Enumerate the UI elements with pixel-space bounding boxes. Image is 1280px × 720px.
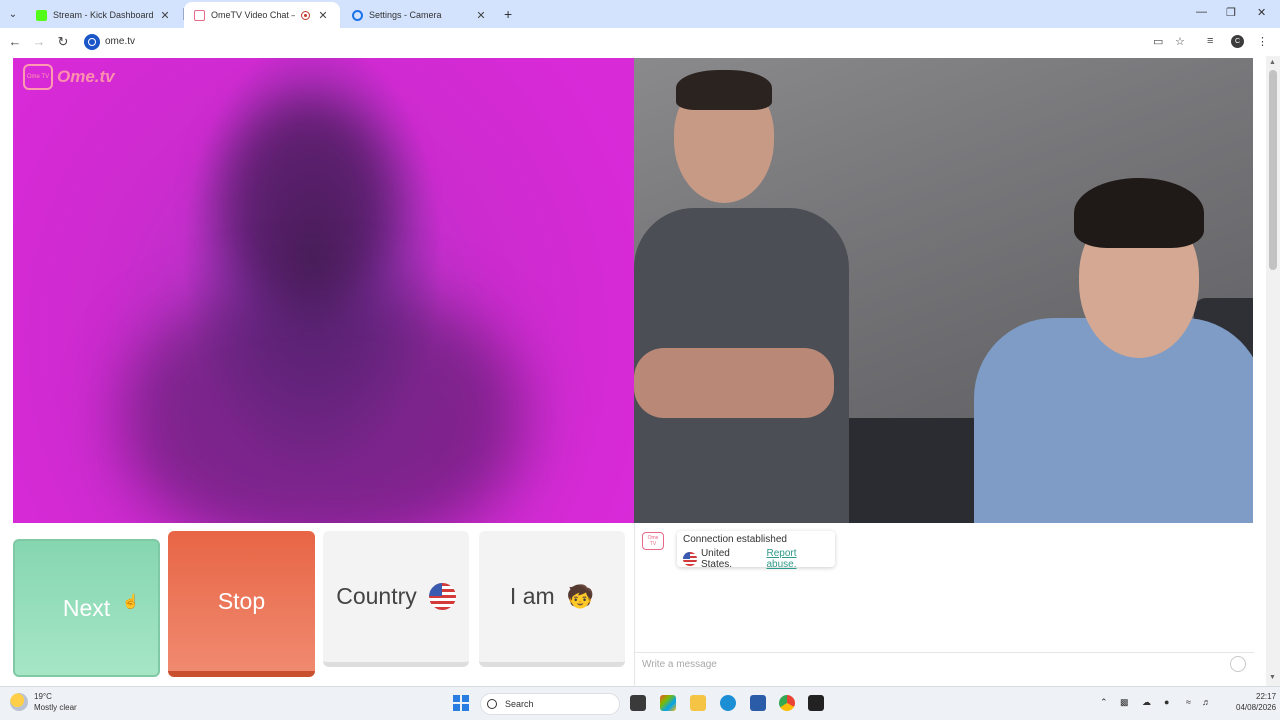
windows-taskbar: 19°C Mostly clear Search ⌃ ▩ ☁ ● ≈ ♬ 22:… <box>0 686 1280 720</box>
menu-kebab-icon[interactable]: ⋮ <box>1257 35 1268 48</box>
boy-avatar-icon: 🧒 <box>566 583 595 609</box>
country-button-label: Country <box>336 583 417 609</box>
settings-gear-icon <box>352 9 363 21</box>
tab-title: Settings - Camera <box>369 10 442 20</box>
copilot-icon[interactable] <box>660 695 676 711</box>
person-left-arms <box>634 348 834 418</box>
obs-app-icon[interactable] <box>808 695 824 711</box>
taskbar-search-box[interactable]: Search <box>480 693 620 715</box>
blurred-person-body <box>123 288 523 523</box>
country-button[interactable]: Country <box>323 531 469 667</box>
stranger-video <box>634 58 1253 523</box>
scroll-down-arrow-icon[interactable]: ▼ <box>1269 674 1276 681</box>
weather-description: Mostly clear <box>34 703 77 712</box>
ometv-logo[interactable]: Ome TV Ome.tv <box>23 64 115 90</box>
cast-icon[interactable]: ▭ <box>1153 35 1163 48</box>
report-abuse-link[interactable]: Report abuse. <box>766 548 829 570</box>
close-tab-icon[interactable]: ✕ <box>474 9 488 22</box>
stop-button-label: Stop <box>217 587 266 614</box>
volume-icon[interactable]: ♬ <box>1202 697 1211 707</box>
edge-browser-icon[interactable] <box>720 695 736 711</box>
weather-widget[interactable]: 19°C Mostly clear <box>10 691 77 713</box>
next-button-label: Next <box>62 594 111 621</box>
tab-settings-camera[interactable]: Settings - Camera ✕ <box>342 2 498 28</box>
system-message: Connection established United States. Re… <box>677 531 835 570</box>
taskbar-clock[interactable]: 22:17 04/08/2026 <box>1236 691 1276 713</box>
reload-icon[interactable]: ↻ <box>55 34 71 50</box>
minimize-icon[interactable]: — <box>1196 6 1207 18</box>
file-explorer-icon[interactable] <box>690 695 706 711</box>
gender-button[interactable]: I am 🧒 <box>479 531 625 667</box>
search-label: Search <box>505 699 534 709</box>
browser-toolbar: ← → ↻ ome.tv ▭ ☆ ≡ C ⋮ <box>0 28 1280 56</box>
logo-text: Ome.tv <box>57 67 115 86</box>
blurred-person-head <box>223 98 393 308</box>
emoji-picker-icon[interactable] <box>1230 656 1246 672</box>
tray-app-icon[interactable]: ▩ <box>1120 697 1129 708</box>
person-right-hair <box>1074 178 1204 248</box>
wifi-icon[interactable]: ≈ <box>1186 697 1191 707</box>
clock-date: 04/08/2026 <box>1236 703 1277 712</box>
window-close-icon[interactable]: ✕ <box>1257 6 1266 19</box>
tab-ometv[interactable]: OmeTV Video Chat — Ome ✕ <box>184 2 340 28</box>
ometv-page: Ome TV Ome.tv Next Stop Country I am 🧒 ☝… <box>0 56 1280 686</box>
new-tab-plus-icon[interactable]: + <box>504 6 512 22</box>
stop-button[interactable]: Stop <box>168 531 315 677</box>
media-controls-icon[interactable]: ≡ <box>1207 35 1213 47</box>
tab-kick-dashboard[interactable]: Stream - Kick Dashboard ✕ <box>26 2 182 28</box>
microphone-icon[interactable]: ● <box>1164 697 1169 707</box>
tab-title: Stream - Kick Dashboard <box>53 10 154 20</box>
message-input-placeholder: Write a message <box>642 659 717 670</box>
scroll-thumb[interactable] <box>1269 70 1277 270</box>
bookmark-star-icon[interactable]: ☆ <box>1175 35 1185 48</box>
hand-cursor-icon: ☝ <box>122 593 140 609</box>
partly-cloudy-icon <box>10 693 28 711</box>
browser-tab-strip: ⌄ Stream - Kick Dashboard ✕ OmeTV Video … <box>0 0 1280 28</box>
logo-badge-text: Ome TV <box>26 73 50 80</box>
recording-indicator-icon <box>301 10 310 20</box>
tray-overflow-chevron-icon[interactable]: ⌃ <box>1100 697 1108 708</box>
ometv-avatar-icon: Ome TV <box>642 532 664 550</box>
windows-start-icon[interactable] <box>453 695 469 711</box>
weather-temperature: 19°C <box>34 692 52 701</box>
us-flag-icon <box>683 552 697 566</box>
restore-icon[interactable]: ❐ <box>1226 6 1236 19</box>
address-bar[interactable]: ome.tv <box>105 36 135 47</box>
clock-time: 22:17 <box>1256 692 1277 701</box>
back-arrow-icon[interactable]: ← <box>7 34 23 49</box>
tab-search-chevron-icon[interactable]: ⌄ <box>4 5 22 23</box>
local-camera-video: Ome TV Ome.tv <box>13 58 634 523</box>
gender-button-label: I am <box>509 583 555 609</box>
chrome-icon[interactable] <box>779 695 795 711</box>
tab-title: OmeTV Video Chat — Ome <box>211 10 295 20</box>
scroll-up-arrow-icon[interactable]: ▲ <box>1269 59 1276 66</box>
kick-favicon-icon <box>36 9 47 21</box>
microsoft-store-icon[interactable] <box>750 695 766 711</box>
search-icon <box>487 699 497 709</box>
onedrive-icon[interactable]: ☁ <box>1142 697 1151 708</box>
profile-avatar[interactable]: C <box>1231 35 1244 48</box>
message-input[interactable]: Write a message <box>635 652 1254 678</box>
site-info-icon[interactable] <box>84 34 100 50</box>
chat-panel: Ome TV Connection established United Stat… <box>634 523 1254 686</box>
ometv-logo-tv-icon: Ome TV <box>23 64 53 90</box>
forward-arrow-icon[interactable]: → <box>31 34 47 49</box>
page-scrollbar[interactable]: ▲ ▼ <box>1266 56 1280 686</box>
stranger-country-text: United States. <box>700 548 733 570</box>
close-tab-icon[interactable]: ✕ <box>316 9 330 22</box>
person-left-hair <box>676 70 772 110</box>
connection-status-text: Connection established <box>683 534 787 545</box>
us-flag-icon <box>428 583 456 610</box>
task-view-icon[interactable] <box>630 695 646 711</box>
close-tab-icon[interactable]: ✕ <box>158 9 172 22</box>
ometv-favicon-icon <box>194 9 205 21</box>
